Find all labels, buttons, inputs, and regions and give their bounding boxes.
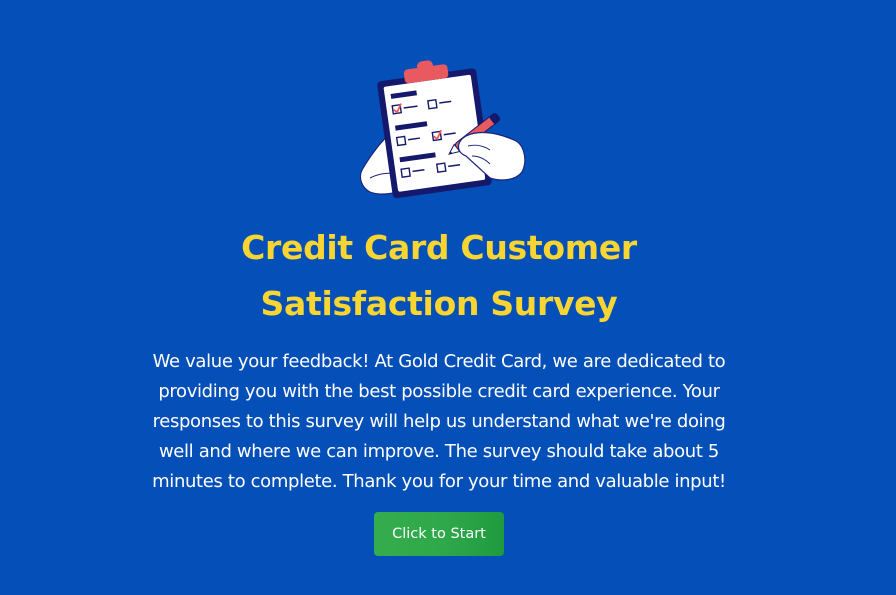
clipboard-checklist-icon (356, 60, 532, 200)
survey-intro-text: We value your feedback! At Gold Credit C… (152, 351, 726, 492)
page-title: Credit Card Customer Satisfaction Survey (241, 228, 637, 323)
start-button[interactable]: Click to Start (374, 512, 504, 556)
survey-welcome-page: Credit Card Customer Satisfaction Survey… (0, 0, 896, 595)
